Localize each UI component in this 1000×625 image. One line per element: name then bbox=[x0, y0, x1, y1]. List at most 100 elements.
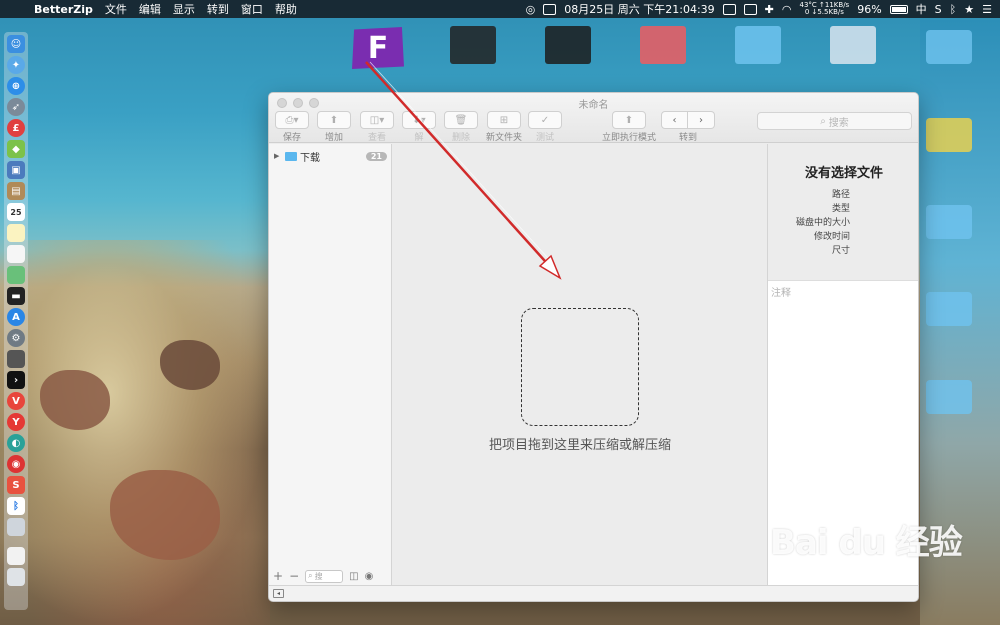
preset-icon: ⬆ bbox=[612, 111, 646, 129]
net-down-text: 0 ↓5.5KB/s bbox=[804, 8, 844, 16]
menu-view[interactable]: 显示 bbox=[173, 1, 195, 17]
desktop-thumbnail bbox=[830, 26, 876, 64]
new-folder-icon: ⊞ bbox=[487, 111, 521, 129]
contacts-icon[interactable]: ▤ bbox=[7, 182, 25, 200]
desktop-folder-icon[interactable] bbox=[926, 292, 972, 326]
battery-icon[interactable] bbox=[889, 4, 908, 14]
safari-icon[interactable]: ⊕ bbox=[7, 77, 25, 95]
forward-icon[interactable]: › bbox=[688, 111, 715, 129]
dock: ☺ ✦ ⊕ ➶ £ ◆ ▣ ▤ 25 ▬ A ⚙ › V Y ◐ ◉ S ᛒ bbox=[4, 32, 28, 610]
folder-icon bbox=[285, 151, 297, 161]
desktop-folder-icon[interactable] bbox=[926, 118, 972, 152]
trash-icon[interactable] bbox=[7, 568, 25, 586]
field-type-label: 类型 bbox=[831, 204, 850, 214]
menu-file[interactable]: 文件 bbox=[105, 1, 127, 17]
search-icon: ⌕ bbox=[308, 571, 313, 580]
bluetooth-dock-icon[interactable]: ᛒ bbox=[7, 497, 25, 515]
console-icon[interactable] bbox=[7, 350, 25, 368]
app-menu[interactable]: BetterZip bbox=[34, 3, 93, 16]
disclosure-triangle-icon[interactable]: ▶ bbox=[274, 152, 282, 160]
add-icon[interactable]: + bbox=[273, 569, 283, 583]
calendar-icon[interactable] bbox=[543, 3, 557, 15]
calendar-dock-icon[interactable]: 25 bbox=[7, 203, 25, 221]
netease-icon[interactable]: ◉ bbox=[7, 455, 25, 473]
sidebar-search-input[interactable]: ⌕ 搜 bbox=[305, 569, 344, 583]
watermark-url: jingyan.baidu.com bbox=[770, 562, 890, 577]
rocket-icon[interactable]: ➶ bbox=[7, 98, 25, 116]
window-title: 未命名 bbox=[578, 100, 609, 111]
desktop-folder-icon[interactable] bbox=[926, 380, 972, 414]
remove-icon[interactable]: − bbox=[289, 569, 299, 583]
document-icon[interactable] bbox=[7, 547, 25, 565]
drop-hint-text: 把项目拖到这里来压缩或解压缩 bbox=[488, 438, 671, 453]
activity-icon[interactable]: ▬ bbox=[7, 287, 25, 305]
add-button[interactable]: ⬆ 增加 bbox=[317, 111, 351, 143]
menu-window[interactable]: 窗口 bbox=[241, 1, 263, 17]
battery-percent[interactable]: 96% bbox=[857, 3, 881, 16]
back-icon[interactable]: ‹ bbox=[661, 111, 688, 129]
star-icon[interactable]: ★ bbox=[964, 3, 974, 16]
sidebar-footer: + − ⌕ 搜 ◫ ◉ bbox=[269, 565, 392, 587]
android-icon[interactable]: ◆ bbox=[7, 140, 25, 158]
preview-eye-icon[interactable]: ◉ bbox=[365, 571, 374, 582]
sidebar-search-placeholder: 搜 bbox=[314, 571, 323, 581]
wifi-icon[interactable]: ◠ bbox=[782, 3, 792, 16]
textedit-icon[interactable] bbox=[7, 245, 25, 263]
f-logo: F bbox=[352, 27, 404, 69]
screen-icon[interactable] bbox=[722, 3, 736, 15]
save-button[interactable]: ⎙▾ 保存 bbox=[275, 111, 309, 143]
appstore-icon[interactable]: A bbox=[7, 308, 25, 326]
drop-zone[interactable] bbox=[521, 308, 639, 426]
delete-button[interactable]: 🗑 删除 bbox=[444, 111, 478, 143]
input-method[interactable]: 中 bbox=[916, 1, 927, 17]
yandex-icon[interactable]: Y bbox=[7, 413, 25, 431]
sidebar-toggle-icon[interactable]: ◂ bbox=[273, 589, 284, 598]
menu-help[interactable]: 帮助 bbox=[275, 1, 297, 17]
sidebar-item-downloads[interactable]: ▶ 下载 21 bbox=[274, 149, 387, 164]
system-monitor[interactable]: 43°C ↑11KB/s 0 ↓5.5KB/s bbox=[800, 2, 850, 16]
search-icon: ⌕ bbox=[820, 115, 826, 127]
toolbar: ⎙▾ 保存 ⬆ 增加 ◫▾ 查看 ⬇▾ 解 🗑 删除 ⊞ 新文件夹 ✓ 测试 ⬆… bbox=[275, 111, 912, 143]
view-button[interactable]: ◫▾ 查看 bbox=[360, 111, 394, 143]
menu-icon[interactable] bbox=[743, 3, 757, 15]
trash-toolbar-icon: 🗑 bbox=[444, 111, 478, 129]
menu-edit[interactable]: 编辑 bbox=[139, 1, 161, 17]
field-path-label: 路径 bbox=[831, 190, 850, 200]
cross-icon[interactable]: ✚ bbox=[765, 3, 774, 16]
desktop-folder-icon[interactable] bbox=[926, 205, 972, 239]
finder-icon[interactable]: ☺ bbox=[7, 35, 25, 53]
vivaldi-icon[interactable]: V bbox=[7, 392, 25, 410]
status-bar: ◂ bbox=[269, 585, 918, 601]
app-red-icon[interactable]: £ bbox=[7, 119, 25, 137]
search-field[interactable]: ⌕ 搜索 bbox=[757, 112, 912, 130]
list-icon[interactable]: ☰ bbox=[982, 3, 992, 16]
printer-icon[interactable] bbox=[7, 518, 25, 536]
launchpad-icon[interactable]: ✦ bbox=[7, 56, 25, 74]
clock-text[interactable]: 08月25日 周六 下午21:04:39 bbox=[564, 1, 714, 17]
archive-content-area[interactable]: 把项目拖到这里来压缩或解压缩 bbox=[393, 144, 767, 587]
extract-icon: ⬇▾ bbox=[402, 111, 436, 129]
sogou-dock-icon[interactable]: S bbox=[7, 476, 25, 494]
run-preset-button[interactable]: ⬆ 立即执行模式 bbox=[602, 111, 656, 143]
notes-icon[interactable] bbox=[7, 224, 25, 242]
new-folder-button[interactable]: ⊞ 新文件夹 bbox=[486, 111, 522, 143]
view-icon: ◫▾ bbox=[360, 111, 394, 129]
split-view-icon[interactable]: ◫ bbox=[349, 571, 358, 582]
extract-button[interactable]: ⬇▾ 解 bbox=[402, 111, 436, 143]
globe-icon[interactable]: ◎ bbox=[526, 3, 536, 16]
sogou-icon[interactable]: S bbox=[935, 3, 942, 16]
sidebar: ▶ 下载 21 + − ⌕ 搜 ◫ ◉ bbox=[269, 144, 392, 587]
test-button[interactable]: ✓ 测试 bbox=[528, 111, 562, 143]
field-dimensions-label: 尺寸 bbox=[831, 246, 850, 256]
menu-go[interactable]: 转到 bbox=[207, 1, 229, 17]
maps-icon[interactable] bbox=[7, 266, 25, 284]
goto-button[interactable]: ‹ › 转到 bbox=[661, 111, 715, 143]
watermark-brand: Bai du 经验 bbox=[770, 523, 963, 563]
settings-icon[interactable]: ⚙ bbox=[7, 329, 25, 347]
app-green-icon[interactable]: ◐ bbox=[7, 434, 25, 452]
bluetooth-icon[interactable]: ᛒ bbox=[950, 3, 957, 16]
desktop-folder-icon[interactable] bbox=[926, 30, 972, 64]
desktop-thumbnail bbox=[450, 26, 496, 64]
preview-icon[interactable]: ▣ bbox=[7, 161, 25, 179]
terminal-icon[interactable]: › bbox=[7, 371, 25, 389]
